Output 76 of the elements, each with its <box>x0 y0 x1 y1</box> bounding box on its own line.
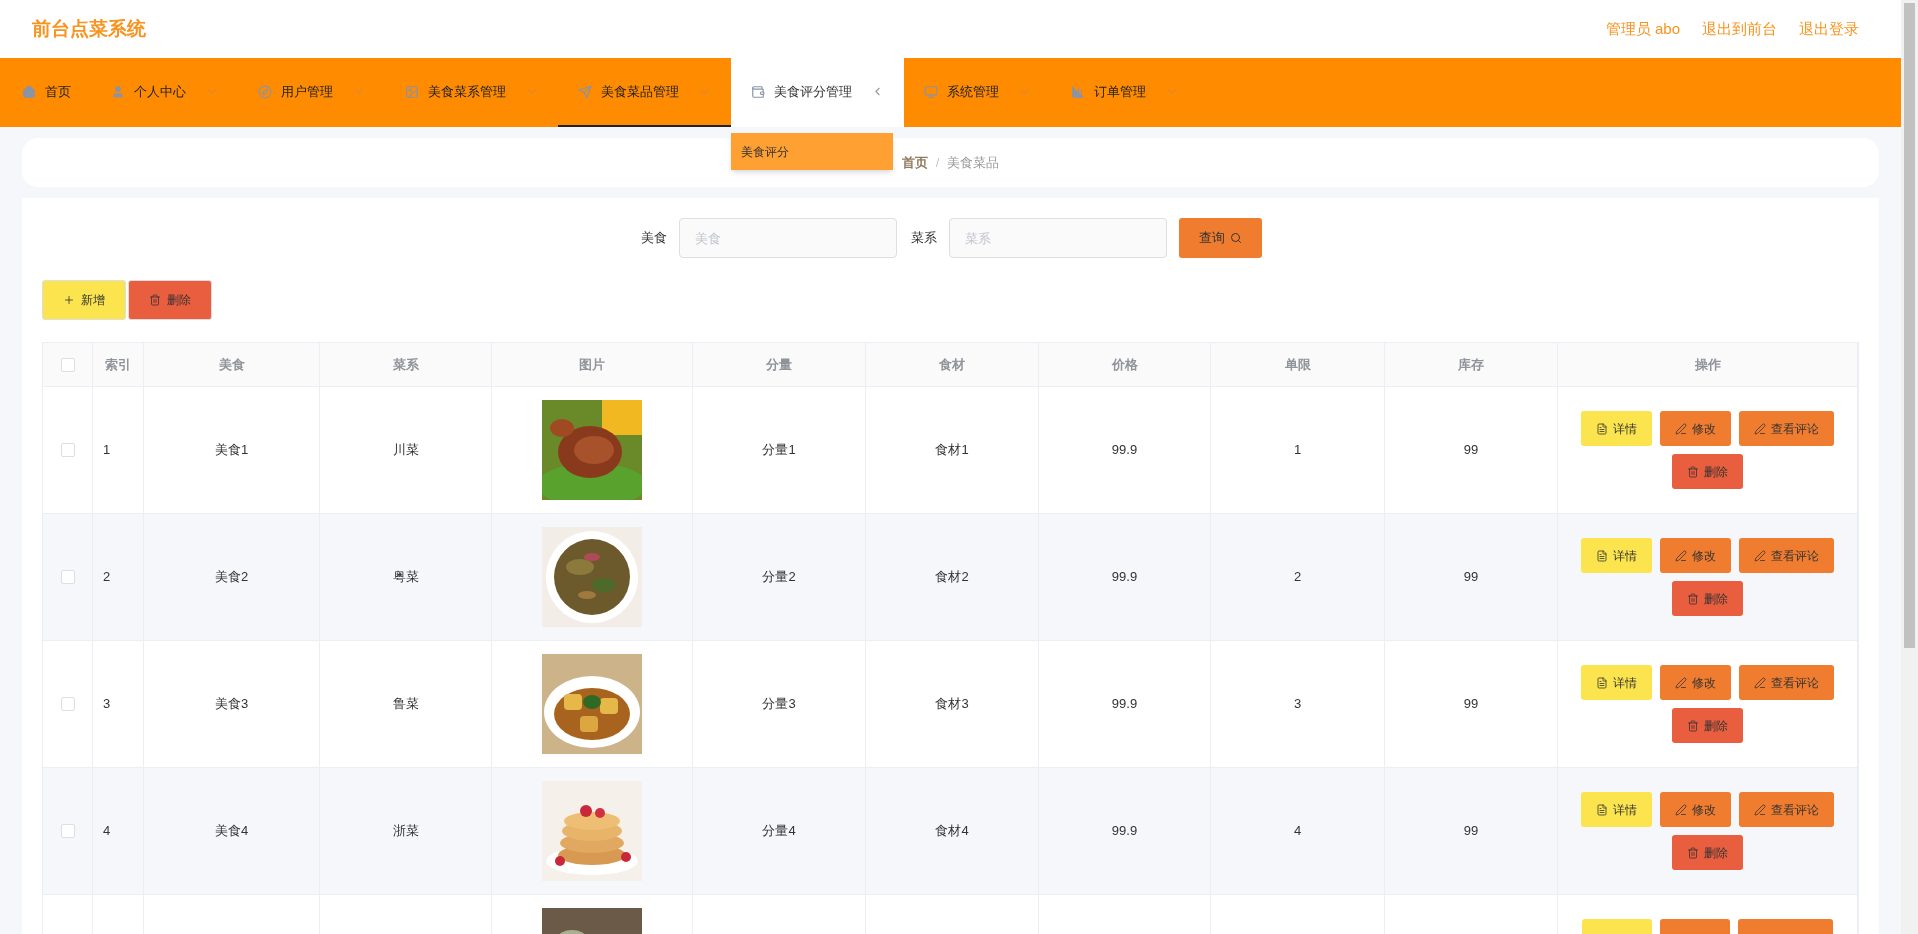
nav-item[interactable]: 用户管理 <box>238 58 385 127</box>
edit-button[interactable]: 修改 <box>1660 411 1731 446</box>
column-header: 操作 <box>1694 355 1721 374</box>
search-field[interactable]: 美食 <box>679 218 897 258</box>
table-cell-text: 99 <box>1463 695 1479 714</box>
table-cell-text: 分量2 <box>762 568 796 587</box>
nav-item[interactable]: 美食菜系管理 <box>385 58 558 127</box>
details-button[interactable]: 详情 <box>1581 792 1652 827</box>
table-cell-text: 分量3 <box>762 695 796 714</box>
table-cell-text: 99.9 <box>1111 568 1138 587</box>
table-cell-text: 美食3 <box>214 695 249 714</box>
table-cell-text: 浙菜 <box>392 822 419 841</box>
delete-button[interactable]: 删除 <box>1672 581 1743 616</box>
table-cell-text: 4 <box>103 822 111 841</box>
table-cell-text: 2 <box>1293 568 1302 587</box>
delete-button[interactable]: 删除 <box>1672 708 1743 743</box>
table-cell-text: 99 <box>1463 441 1479 460</box>
column-header: 库存 <box>1458 355 1484 374</box>
table-cell-text: 99.9 <box>1111 822 1138 841</box>
table-cell-text: 3 <box>103 695 111 714</box>
table-cell-text: 分量4 <box>762 822 796 841</box>
table-cell-text: 川菜 <box>392 441 419 460</box>
delete-button[interactable]: 删除 <box>128 280 212 320</box>
column-header: 索引 <box>105 355 131 374</box>
details-button[interactable]: 详情 <box>1581 411 1652 446</box>
table-cell-text: 食材2 <box>935 568 969 587</box>
table-cell-text: 99.9 <box>1111 695 1138 714</box>
comments-button[interactable]: 查看评论 <box>1739 411 1834 446</box>
search-button[interactable]: 查询 <box>1179 218 1262 258</box>
field-label: 美食 <box>641 229 667 248</box>
edit-button[interactable]: 修改 <box>1660 792 1731 827</box>
table-cell-text: 美食4 <box>214 822 249 841</box>
edit-button[interactable]: 修改 <box>1660 538 1731 573</box>
table-cell-text: 4 <box>1293 822 1302 841</box>
add-button[interactable]: 新增 <box>42 280 126 320</box>
table-cell-text: 食材3 <box>935 695 969 714</box>
nav-item[interactable]: 系统管理 <box>904 58 1051 127</box>
table-cell-text: 美食2 <box>214 568 249 587</box>
column-header: 单限 <box>1284 355 1311 374</box>
column-header: 图片 <box>579 355 605 374</box>
table-cell-text: 粤菜 <box>392 568 419 587</box>
table-cell-text: 99 <box>1463 822 1479 841</box>
column-header: 美食 <box>218 355 245 374</box>
breadcrumb-link[interactable]: 首页 <box>901 152 928 173</box>
field-label: 菜系 <box>911 229 937 248</box>
table-cell-text: 食材1 <box>935 441 969 460</box>
nav-item[interactable]: 美食评分管理 <box>731 58 904 127</box>
comments-button[interactable]: 查看评论 <box>1739 665 1834 700</box>
comments-button[interactable]: 查看评论 <box>1739 538 1834 573</box>
dropdown-item[interactable]: 美食评分 <box>731 133 893 170</box>
table-cell-text: 2 <box>103 568 111 587</box>
breadcrumb-link[interactable]: 美食菜品 <box>947 152 1000 173</box>
nav-item[interactable]: 个人中心 <box>91 58 238 127</box>
column-header: 食材 <box>939 355 965 374</box>
table-cell-text: 食材4 <box>935 822 969 841</box>
column-header: 价格 <box>1111 355 1138 374</box>
nav-item[interactable]: 首页 <box>2 58 91 127</box>
column-header: 菜系 <box>392 355 419 374</box>
table-cell-text: 3 <box>1293 695 1302 714</box>
table-cell-text: 1 <box>103 441 111 460</box>
comments-button[interactable]: 查看评论 <box>1739 792 1834 827</box>
column-header: 分量 <box>766 355 792 374</box>
delete-button[interactable]: 删除 <box>1672 835 1743 870</box>
details-button[interactable]: 详情 <box>1581 665 1652 700</box>
table-cell-text: 分量1 <box>762 441 796 460</box>
delete-button[interactable]: 删除 <box>1672 454 1743 489</box>
table-cell-text: 99 <box>1463 568 1479 587</box>
table-cell-text: 鲁菜 <box>392 695 419 714</box>
nav-item[interactable]: 订单管理 <box>1051 58 1198 127</box>
app-title: 前台点菜系统 <box>32 16 146 41</box>
table-cell-text: 99.9 <box>1111 441 1138 460</box>
table-cell-text: 美食1 <box>214 441 249 460</box>
table-cell-text: 1 <box>1293 441 1302 460</box>
breadcrumb-separator: / <box>935 153 940 172</box>
edit-button[interactable]: 修改 <box>1660 665 1731 700</box>
details-button[interactable]: 详情 <box>1581 538 1652 573</box>
